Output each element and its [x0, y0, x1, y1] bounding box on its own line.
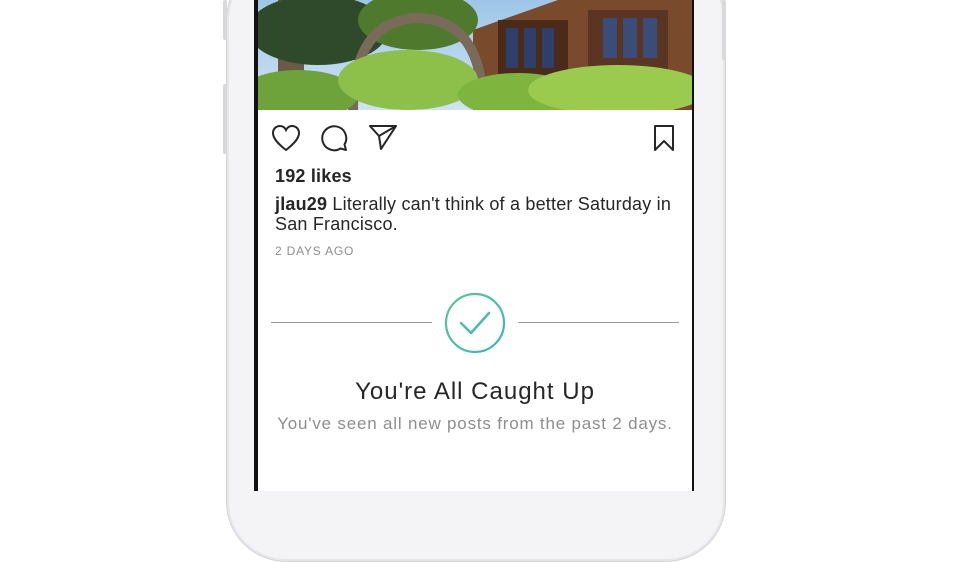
- post-caption: jlau29 Literally can't think of a better…: [275, 194, 680, 234]
- divider-left: [271, 322, 432, 323]
- instagram-feed-screen: 192 likes jlau29 Literally can't think o…: [258, 0, 692, 491]
- phone-side-button: [722, 0, 726, 60]
- comment-icon[interactable]: [319, 123, 349, 153]
- post-timestamp: 2 DAYS AGO: [275, 244, 355, 258]
- caption-text: Literally can't think of a better Saturd…: [275, 194, 672, 234]
- checkmark-circle-icon: [444, 292, 506, 354]
- divider-right: [518, 322, 679, 323]
- caption-username[interactable]: jlau29: [275, 194, 327, 214]
- caught-up-subtitle: You've seen all new posts from the past …: [277, 414, 673, 433]
- bookmark-icon[interactable]: [653, 124, 675, 152]
- likes-count[interactable]: 192 likes: [275, 166, 352, 187]
- phone-side-button: [223, 84, 227, 154]
- phone-side-button: [223, 0, 227, 40]
- send-icon[interactable]: [368, 123, 398, 151]
- caught-up-title: You're All Caught Up: [355, 378, 595, 405]
- heart-icon[interactable]: [271, 124, 301, 152]
- post-photo[interactable]: [258, 0, 692, 110]
